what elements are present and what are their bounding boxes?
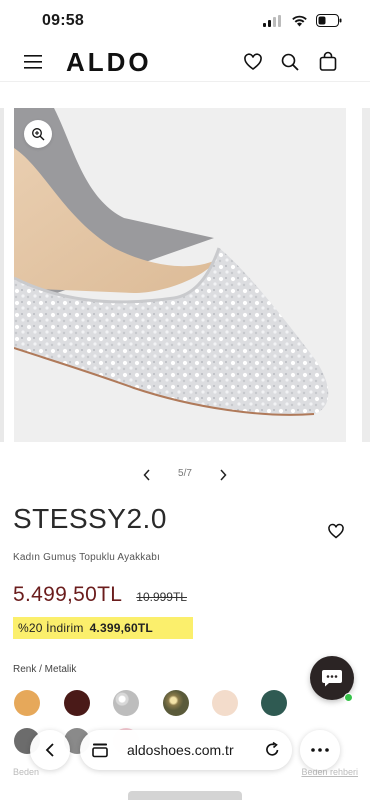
status-bar: 09:58: [0, 0, 370, 44]
product-title: STESSY2.0: [13, 503, 167, 534]
sale-price: 5.499,50TL: [13, 583, 123, 606]
swatch-teal[interactable]: [261, 690, 287, 716]
price-row: 5.499,50TL 10.999TL: [13, 583, 187, 607]
swatch-nude[interactable]: [212, 690, 238, 716]
address-bar[interactable]: aldoshoes.com.tr: [80, 730, 292, 770]
wifi-icon: [292, 15, 307, 26]
wishlist-heart-icon[interactable]: [327, 522, 345, 540]
bag-icon[interactable]: [317, 51, 339, 73]
status-icons: [263, 14, 342, 27]
back-arrow-icon: [45, 743, 54, 757]
status-time: 09:58: [42, 12, 84, 29]
size-guide-link[interactable]: Beden rehberi: [301, 767, 358, 777]
swatch-camel[interactable]: [14, 690, 40, 716]
shoe-illustration: [14, 108, 346, 442]
menu-icon[interactable]: [24, 53, 44, 71]
previous-slide-edge: [0, 108, 4, 442]
tabs-icon[interactable]: [92, 742, 108, 758]
swatch-silver-crystal[interactable]: [113, 690, 139, 716]
swatch-gold-crystal[interactable]: [163, 690, 189, 716]
battery-icon: [316, 14, 342, 27]
zoom-button[interactable]: [24, 120, 52, 148]
product-subtitle: Kadın Gumuş Topuklu Ayakkabı: [13, 552, 160, 563]
product-image[interactable]: [14, 108, 346, 442]
signal-icon: [263, 14, 281, 27]
more-dots-icon: [311, 748, 329, 752]
swatch-burgundy[interactable]: [64, 690, 90, 716]
url-text[interactable]: aldoshoes.com.tr: [127, 742, 234, 758]
logo-text: ALDO: [66, 47, 152, 76]
zoom-in-icon: [32, 128, 45, 141]
search-icon[interactable]: [279, 51, 301, 73]
discount-badge: %20 İndirim 4.399,60TL: [13, 617, 193, 639]
chevron-left-icon[interactable]: [140, 466, 154, 484]
original-price: 10.999TL: [136, 590, 187, 604]
product-gallery[interactable]: [0, 108, 370, 444]
browser-back-button[interactable]: [30, 730, 70, 770]
discount-price: 4.399,60TL: [89, 621, 153, 635]
reload-icon[interactable]: [264, 741, 281, 758]
home-indicator: [128, 791, 242, 800]
chat-icon: [322, 670, 342, 687]
pager-counter: 5/7: [178, 468, 192, 479]
next-slide-edge: [362, 108, 370, 442]
discount-label: %20 İndirim: [18, 621, 84, 635]
size-label: Beden: [13, 767, 40, 777]
color-label: Renk / Metalik: [13, 664, 77, 675]
online-status-dot: [344, 693, 353, 702]
aldo-logo[interactable]: ALDO: [66, 46, 178, 76]
site-header: ALDO: [0, 44, 370, 82]
browser-more-button[interactable]: [300, 730, 340, 770]
chevron-right-icon[interactable]: [216, 466, 230, 484]
gallery-pager: 5/7: [0, 466, 370, 484]
heart-icon[interactable]: [242, 51, 264, 73]
